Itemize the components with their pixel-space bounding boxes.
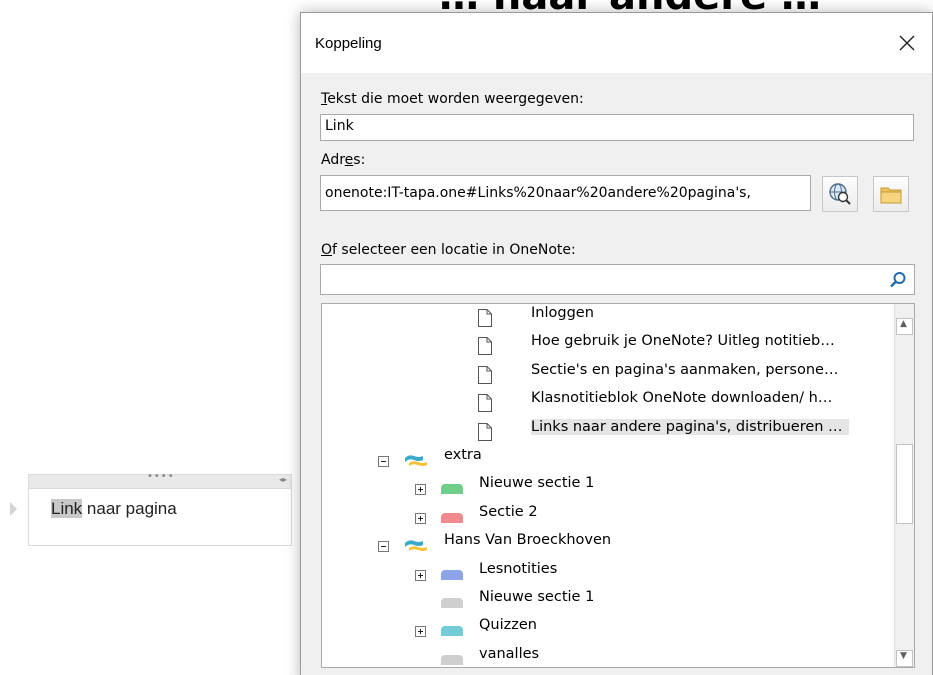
dialog-titlebar: Koppeling — [301, 13, 932, 73]
tree-item-label: Hans Van Broeckhoven — [444, 532, 612, 549]
paragraph-marker-icon — [10, 502, 17, 516]
display-text-input[interactable]: Link — [320, 114, 914, 141]
location-label: Of selecteer een locatie in OneNote: — [321, 242, 576, 258]
address-label: Adres: — [321, 152, 365, 168]
scroll-up-button[interactable]: ▲ — [896, 318, 913, 335]
tree-item-label: Sectie's en pagina's aanmaken, persone… — [531, 361, 839, 378]
tree-item-label: Hoe gebruik je OneNote? Uitleg notitieb… — [531, 333, 835, 350]
link-dialog: Koppeling Tekst die moet worden weergege… — [300, 12, 933, 675]
close-icon — [899, 35, 915, 51]
tree-item-label: Sectie 2 — [479, 503, 538, 520]
tree-page-row[interactable]: Sectie's en pagina's aanmaken, persone… — [322, 362, 896, 390]
tree-item-label: extra — [444, 447, 482, 463]
scroll-down-button[interactable]: ▼ — [896, 650, 913, 667]
tree-item-label: Lesnotities — [479, 560, 558, 577]
tree-section-row[interactable]: vanalles — [322, 645, 896, 667]
address-accesskey: e — [344, 152, 354, 168]
folder-icon — [880, 187, 902, 204]
location-search-input[interactable] — [320, 264, 915, 295]
scroll-up-icon: ▲ — [900, 319, 907, 329]
collapse-icon[interactable] — [378, 456, 389, 467]
address-input[interactable]: onenote:IT-tapa.one#Links%20naar%20ander… — [320, 175, 811, 211]
tree-item-label: Inloggen — [531, 305, 594, 321]
page-icon — [478, 394, 492, 413]
tree-section-row[interactable]: Lesnotities — [322, 561, 896, 589]
address-label-post: s: — [353, 152, 366, 168]
section-tab-icon — [441, 598, 463, 608]
page-icon — [478, 422, 492, 441]
notebook-icon — [405, 540, 427, 552]
tree-item-label: Klasnotitieblok OneNote downloaden/ h… — [531, 390, 833, 407]
tree-item-label: Nieuwe sectie 1 — [479, 589, 595, 605]
tree-item-label: Nieuwe sectie 1 — [479, 475, 595, 492]
selected-link-text[interactable]: Link — [51, 499, 83, 518]
section-tab-icon — [441, 569, 463, 580]
location-tree[interactable]: Inloggen Hoe gebruik je OneNote? Uitleg n… — [321, 303, 915, 668]
tree-section-row[interactable]: Quizzen — [322, 617, 896, 645]
expand-icon[interactable] — [415, 626, 426, 638]
tree-item-label: Links naar andere pagina's, distribueren… — [531, 418, 849, 435]
section-tab-icon — [441, 484, 463, 495]
dialog-title: Koppeling — [315, 35, 382, 52]
tree-notebook-row[interactable]: extra — [322, 447, 896, 475]
page-icon — [478, 309, 492, 327]
notebook-icon — [405, 455, 427, 466]
expand-icon[interactable] — [415, 512, 426, 524]
address-label-pre: Adr — [321, 152, 345, 168]
scroll-thumb[interactable] — [896, 444, 913, 524]
globe-search-icon — [829, 183, 851, 205]
tree-page-row[interactable]: Klasnotitieblok OneNote downloaden/ h… — [322, 390, 896, 418]
tree-page-row[interactable]: Links naar andere pagina's, distribueren… — [322, 418, 896, 447]
browse-web-button[interactable] — [822, 176, 858, 212]
section-tab-icon — [441, 654, 463, 665]
note-container[interactable]: •••• ◂▸ Link naar pagina — [28, 471, 292, 546]
resize-arrows-icon[interactable]: ◂▸ — [279, 475, 287, 484]
tree-scrollbar[interactable]: ▲ ▼ — [894, 304, 914, 667]
page-icon — [478, 365, 492, 384]
note-text-rest: naar pagina — [82, 499, 177, 518]
display-text-label: Tekst die moet worden weergegeven: — [321, 91, 584, 107]
magnifier-icon[interactable] — [888, 270, 908, 290]
section-tab-icon — [441, 626, 463, 637]
tree-section-row[interactable]: Sectie 2 — [322, 504, 896, 532]
location-accesskey: O — [321, 242, 333, 258]
drag-dots-icon[interactable]: •••• — [147, 471, 175, 482]
section-tab-icon — [441, 512, 463, 523]
scroll-down-icon: ▼ — [900, 651, 907, 661]
tree-page-row[interactable]: Inloggen — [322, 305, 896, 333]
collapse-icon[interactable] — [378, 541, 389, 553]
page-icon — [478, 337, 492, 356]
tree-section-row[interactable]: Nieuwe sectie 1 — [322, 475, 896, 503]
tree-item-label: Quizzen — [479, 617, 537, 634]
expand-icon[interactable] — [415, 569, 426, 581]
browse-file-button[interactable] — [873, 176, 909, 212]
close-button[interactable] — [894, 28, 920, 56]
tree-page-row[interactable]: Hoe gebruik je OneNote? Uitleg notitieb… — [322, 333, 896, 361]
location-label-rest: f selecteer een locatie in OneNote: — [332, 242, 576, 258]
tree-item-label: vanalles — [479, 645, 540, 662]
note-text[interactable]: Link naar pagina — [51, 499, 177, 519]
expand-icon[interactable] — [415, 484, 426, 496]
tree-section-row[interactable]: Nieuwe sectie 1 — [322, 589, 896, 617]
screen: … naar andere … •••• ◂▸ Link naar pagina… — [0, 0, 933, 675]
tree-notebook-row[interactable]: Hans Van Broeckhoven — [322, 532, 896, 560]
display-text-label-rest: ekst die moet worden weergegeven: — [327, 91, 584, 107]
note-container-handle[interactable]: •••• ◂▸ — [29, 471, 291, 489]
